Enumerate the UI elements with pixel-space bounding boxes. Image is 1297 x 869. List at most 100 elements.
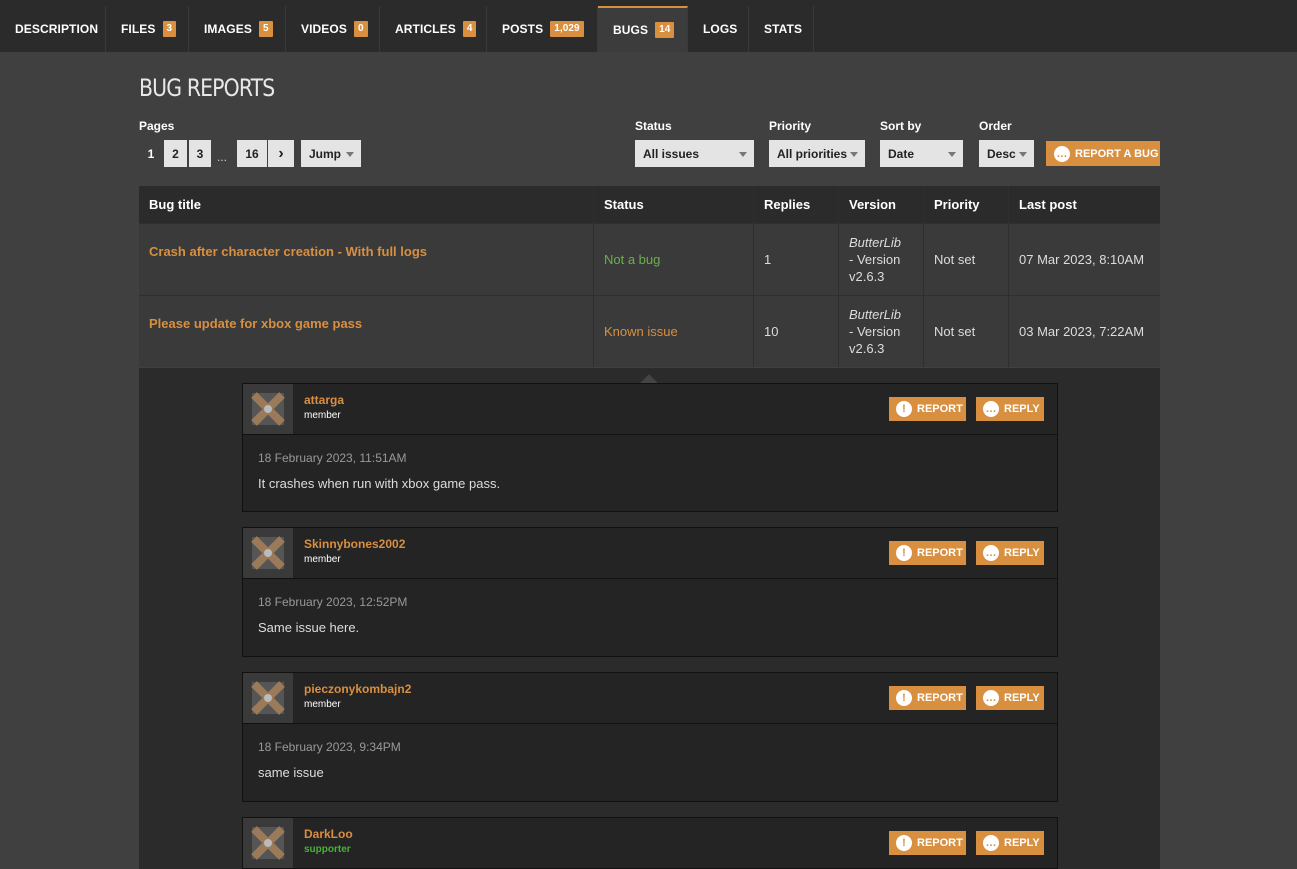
caret-down-icon [346, 152, 354, 157]
chevron-right-icon: › [278, 144, 284, 162]
tab-label: IMAGES [204, 22, 252, 36]
comment-header: pieczonykombajn2 member ! REPORT … REPLY [243, 673, 1057, 724]
comment: attarga member ! REPORT … REPLY 18 February… [242, 383, 1058, 512]
comment-header: DarkLoo supporter ! REPORT … REPLY [243, 818, 1057, 869]
tab-label: ARTICLES [395, 22, 456, 36]
version-cell: ButterLib - Version v2.6.3 [839, 224, 924, 295]
user-role: supporter [304, 844, 351, 855]
alert-icon: ! [896, 545, 912, 561]
col-priority[interactable]: Priority [924, 186, 1009, 223]
page-3[interactable]: 3 [189, 140, 211, 167]
replies-cell: 1 [754, 224, 839, 295]
replies-cell: 10 [754, 296, 839, 367]
priority-value: All priorities [777, 146, 848, 161]
username[interactable]: DarkLoo [304, 827, 353, 841]
tab-posts[interactable]: POSTS 1,029 [487, 6, 598, 52]
count-badge: 3 [162, 21, 177, 37]
status-select[interactable]: All issues [635, 140, 754, 167]
caret-down-icon [739, 152, 747, 157]
sort-value: Date [888, 146, 915, 161]
comment-timestamp: 18 February 2023, 12:52PM [258, 595, 408, 609]
chat-icon: … [1054, 145, 1070, 162]
tab-stats[interactable]: STATS [749, 6, 814, 52]
report-label: REPORT [917, 692, 963, 704]
order-label: Order [979, 119, 1012, 133]
report-label: REPORT [917, 837, 963, 849]
report-button[interactable]: ! REPORT [889, 686, 966, 710]
report-button[interactable]: ! REPORT [889, 831, 966, 855]
tab-label: LOGS [703, 22, 738, 36]
priority-cell: Not set [924, 224, 1009, 295]
version-number: - Version v2.6.3 [849, 324, 901, 356]
avatar[interactable] [243, 384, 293, 434]
col-last-post[interactable]: Last post [1009, 186, 1160, 223]
count-badge: 14 [655, 22, 675, 38]
username[interactable]: Skinnybones2002 [304, 537, 405, 551]
table-header: Bug title Status Replies Version Priorit… [139, 186, 1160, 223]
tab-files[interactable]: FILES 3 [106, 6, 189, 52]
bug-title-link[interactable]: Please update for xbox game pass [139, 296, 594, 367]
avatar[interactable] [243, 673, 293, 723]
tab-logs[interactable]: LOGS [688, 6, 749, 52]
comment: DarkLoo supporter ! REPORT … REPLY [242, 817, 1058, 869]
chat-icon: … [983, 401, 999, 417]
reply-button[interactable]: … REPLY [976, 397, 1044, 421]
alert-icon: ! [896, 835, 912, 851]
bug-table: Bug title Status Replies Version Priorit… [139, 186, 1160, 367]
tab-label: VIDEOS [301, 22, 347, 36]
jump-select[interactable]: Jump [301, 140, 361, 167]
version-name: ButterLib [849, 307, 902, 322]
col-version[interactable]: Version [839, 186, 924, 223]
tab-bugs[interactable]: BUGS 14 [598, 6, 688, 52]
sort-select[interactable]: Date [880, 140, 963, 167]
table-row[interactable]: Crash after character creation - With fu… [139, 223, 1160, 295]
col-replies[interactable]: Replies [754, 186, 839, 223]
report-button[interactable]: ! REPORT [889, 541, 966, 565]
tab-label: BUGS [613, 23, 649, 37]
version-name: ButterLib [849, 235, 902, 250]
avatar[interactable] [243, 528, 293, 578]
page-1[interactable]: 1 [139, 140, 163, 167]
order-select[interactable]: Desc [979, 140, 1034, 167]
tab-bar: DESCRIPTION FILES 3 IMAGES 5 VIDEOS 0 ARTIC… [0, 6, 1297, 52]
next-page-button[interactable]: › [268, 140, 294, 167]
count-badge: 4 [462, 21, 477, 37]
order-value: Desc [987, 146, 1016, 161]
report-button[interactable]: ! REPORT [889, 397, 966, 421]
caret-down-icon [948, 152, 956, 157]
report-bug-button[interactable]: … REPORT A BUG [1046, 141, 1160, 166]
username[interactable]: attarga [304, 393, 344, 407]
comment-header: Skinnybones2002 member ! REPORT … REPLY [243, 528, 1057, 579]
reply-label: REPLY [1004, 837, 1040, 849]
priority-label: Priority [769, 119, 812, 133]
comment-timestamp: 18 February 2023, 11:51AM [258, 451, 407, 465]
avatar[interactable] [243, 818, 293, 868]
jump-label: Jump [309, 146, 342, 161]
bug-title-link[interactable]: Crash after character creation - With fu… [139, 224, 594, 295]
user-role: member [304, 554, 341, 565]
priority-select[interactable]: All priorities [769, 140, 865, 167]
tab-images[interactable]: IMAGES 5 [189, 6, 286, 52]
comment-text: Same issue here. [258, 620, 360, 635]
comment: Skinnybones2002 member ! REPORT … REPLY 18 … [242, 527, 1058, 657]
pages-label: Pages [139, 119, 175, 133]
page-2[interactable]: 2 [164, 140, 187, 167]
col-bug-title[interactable]: Bug title [139, 186, 594, 223]
tab-description[interactable]: DESCRIPTION [0, 6, 106, 52]
tab-label: STATS [764, 22, 803, 36]
col-status[interactable]: Status [594, 186, 754, 223]
tab-articles[interactable]: ARTICLES 4 [380, 6, 487, 52]
comment-header: attarga member ! REPORT … REPLY [243, 384, 1057, 435]
reply-button[interactable]: … REPLY [976, 831, 1044, 855]
table-row[interactable]: Please update for xbox game pass Known i… [139, 295, 1160, 367]
reply-button[interactable]: … REPLY [976, 541, 1044, 565]
username[interactable]: pieczonykombajn2 [304, 682, 411, 696]
report-label: REPORT [917, 547, 963, 559]
status-cell: Known issue [594, 296, 754, 367]
chat-icon: … [983, 835, 999, 851]
reply-label: REPLY [1004, 547, 1040, 559]
pages-ellipsis: ... [217, 150, 228, 164]
page-16[interactable]: 16 [237, 140, 267, 167]
reply-button[interactable]: … REPLY [976, 686, 1044, 710]
tab-videos[interactable]: VIDEOS 0 [286, 6, 380, 52]
